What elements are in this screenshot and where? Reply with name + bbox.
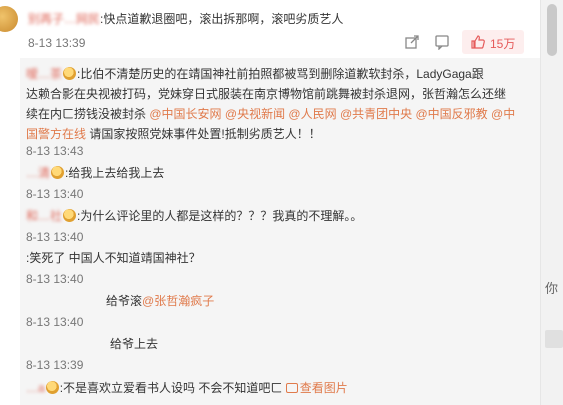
reply-user[interactable]: …a — [26, 381, 45, 395]
view-image-link[interactable]: 查看图片 — [285, 381, 348, 395]
thumbs-up-icon — [471, 35, 485, 49]
comment-text: :快点道歉退圈吧，滚出拆那啊，滚吧劣质艺人 — [100, 12, 344, 26]
mention-link[interactable]: @张哲瀚疯子 — [142, 294, 214, 308]
reply-item: 给爷滚@张哲瀚疯子 — [106, 294, 215, 308]
reply-time: 8-13 13:40 — [26, 230, 84, 244]
comment-icon[interactable] — [434, 34, 450, 50]
reply-item: 嗳…茶:比伯不清楚历史的在靖国神社前拍照都被骂到删除道歉软封杀，LadyGaga… — [26, 67, 516, 141]
mention-link[interactable]: @共青团中央 — [340, 107, 412, 121]
share-icon[interactable] — [404, 34, 420, 50]
reply-time: 8-13 13:40 — [26, 315, 84, 329]
mention-link[interactable]: @中国长安网 — [149, 107, 221, 121]
mention-link[interactable]: @人民网 — [288, 107, 336, 121]
comment-time: 8-13 13:39 — [28, 36, 86, 50]
mention-link[interactable]: @中国反邪教 — [415, 107, 487, 121]
scrollbar-thumb[interactable] — [547, 4, 557, 56]
reply-item: 给爷上去 — [110, 337, 159, 351]
image-icon — [285, 383, 298, 393]
emoji-icon — [51, 166, 65, 179]
mention-link[interactable]: 国警方在线 — [26, 127, 86, 141]
top-comment: 别再子…网民:快点道歉退圈吧，滚出拆那啊，滚吧劣质艺人 8-13 13:39 1… — [0, 0, 540, 60]
reply-item: 和…社:为什么评论里的人都是这样的？？？我真的不理解。。 — [26, 209, 363, 223]
mention-link[interactable]: @央视新闻 — [225, 107, 285, 121]
reply-user[interactable]: 嗳…茶 — [26, 67, 62, 81]
sidebar-peek-text: 你 — [545, 281, 559, 296]
scrollbar[interactable]: 你 — [540, 0, 563, 405]
reply-time: 8-13 13:39 — [26, 358, 84, 372]
mention-link[interactable]: @中 — [491, 107, 515, 121]
like-count: 15万 — [490, 37, 516, 51]
reply-item: …a:不是喜欢立爱看书人设吗 不会不知道吧ㄈ 查看图片 — [26, 381, 348, 395]
reply-user[interactable]: …清 — [26, 166, 50, 180]
avatar[interactable] — [0, 6, 18, 32]
reply-list: 嗳…茶:比伯不清楚历史的在靖国神社前拍照都被骂到删除道歉软封杀，LadyGaga… — [20, 58, 540, 405]
reply-user[interactable]: 和…社 — [26, 209, 62, 223]
reply-item: :笑死了 中国人不知道靖国神社？ — [26, 251, 201, 265]
reply-item: …清:给我上去给我上去 — [26, 166, 165, 180]
reply-time: 8-13 13:43 — [26, 144, 84, 158]
reply-time: 8-13 13:40 — [26, 187, 84, 201]
reply-time: 8-13 13:40 — [26, 272, 84, 286]
commenter-name[interactable]: 别再子…网民 — [28, 12, 100, 26]
emoji-icon — [63, 67, 77, 80]
comment-panel: 别再子…网民:快点道歉退圈吧，滚出拆那啊，滚吧劣质艺人 8-13 13:39 1… — [0, 0, 540, 405]
emoji-icon — [45, 381, 59, 394]
like-button[interactable]: 15万 — [462, 30, 524, 54]
emoji-icon — [63, 209, 77, 222]
sidebar-peek-image — [545, 330, 563, 348]
